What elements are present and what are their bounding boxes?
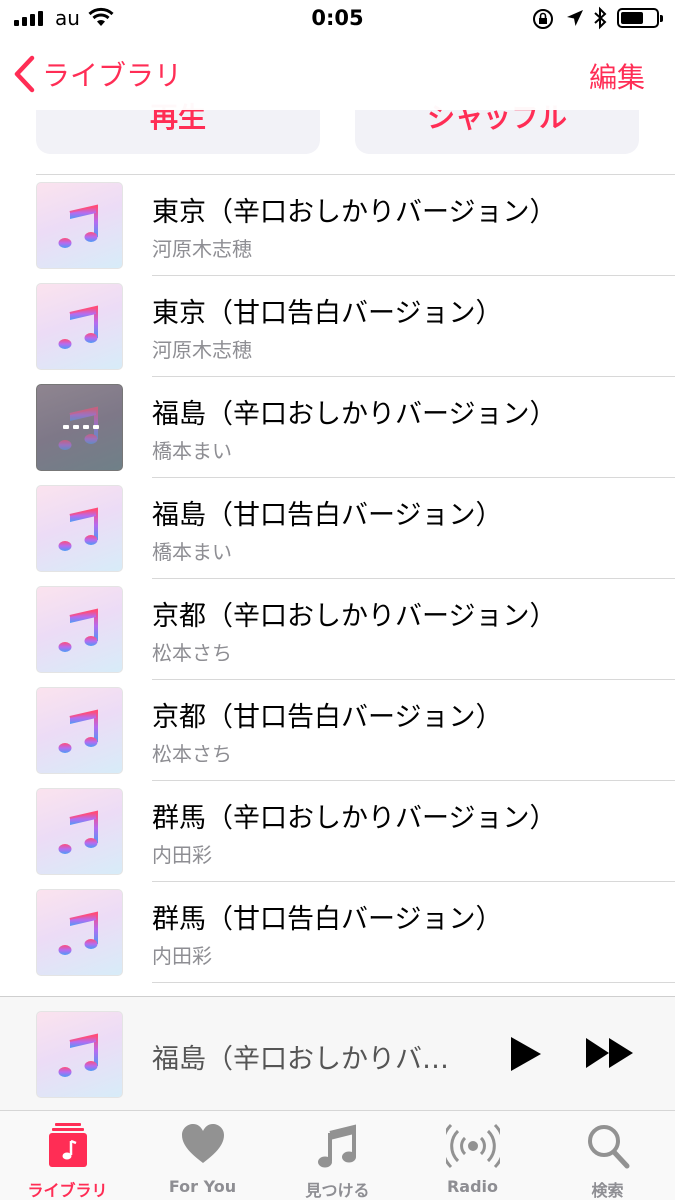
tab-library[interactable]: ライブラリ — [0, 1111, 135, 1200]
album-art — [36, 485, 123, 572]
heart-icon — [181, 1124, 224, 1163]
music-note-icon — [58, 305, 98, 349]
tab-label: ライブラリ — [27, 1181, 108, 1200]
song-title: 東京（辛口おしかりバージョン） — [152, 197, 557, 228]
music-note-icon — [58, 507, 98, 551]
album-art — [36, 889, 123, 976]
music-note-icon — [58, 608, 98, 652]
song-artist: 橋本まい — [152, 540, 232, 564]
rotation-lock-icon — [533, 9, 553, 29]
song-title: 京都（辛口おしかりバージョン） — [152, 601, 557, 632]
music-note-icon — [58, 709, 98, 753]
song-row[interactable]: 東京（辛口おしかりバージョン） 河原木志穂 — [0, 175, 675, 276]
library-icon — [48, 1123, 87, 1167]
tab-search[interactable]: 検索 — [540, 1111, 675, 1200]
search-icon — [587, 1125, 629, 1169]
radio-icon — [445, 1123, 500, 1169]
status-bar: au 0:05 — [0, 0, 675, 38]
song-title: 群馬（辛口おしかりバージョン） — [152, 803, 557, 834]
song-artist: 内田彩 — [152, 843, 212, 867]
song-artist: 松本さち — [152, 742, 232, 766]
tab-browse[interactable]: 見つける — [270, 1111, 405, 1200]
song-row[interactable]: 群馬（辛口おしかりバージョン） 内田彩 — [0, 781, 675, 882]
location-arrow-icon — [567, 10, 583, 26]
album-art — [36, 586, 123, 673]
now-playing-indicator-icon — [63, 425, 99, 429]
song-artist: 松本さち — [152, 641, 232, 665]
mini-player-title: 福島（辛口おしかりバ… — [152, 1044, 449, 1075]
music-note-icon — [58, 1033, 98, 1077]
song-row[interactable]: 京都（甘口告白バージョン） 松本さち — [0, 680, 675, 781]
song-title: 群馬（甘口告白バージョン） — [152, 904, 503, 935]
back-button[interactable]: ライブラリ — [12, 54, 182, 94]
music-note-icon — [317, 1124, 356, 1168]
song-row-now-playing[interactable]: 福島（辛口おしかりバージョン） 橋本まい — [0, 377, 675, 478]
song-row[interactable]: 京都（辛口おしかりバージョン） 松本さち — [0, 579, 675, 680]
song-title: 福島（辛口おしかりバージョン） — [152, 399, 557, 430]
album-art — [36, 283, 123, 370]
song-artist: 内田彩 — [152, 944, 212, 968]
song-row[interactable]: 福島（甘口告白バージョン） 橋本まい — [0, 478, 675, 579]
edit-button[interactable]: 編集 — [589, 56, 645, 96]
tab-label: 見つける — [305, 1181, 370, 1200]
album-art — [36, 1011, 123, 1098]
mini-player[interactable]: 福島（辛口おしかりバ… — [0, 996, 675, 1111]
tab-label: 検索 — [591, 1181, 624, 1200]
navigation-bar: ライブラリ 編集 — [0, 38, 675, 110]
music-note-icon — [58, 911, 98, 955]
song-title: 東京（甘口告白バージョン） — [152, 298, 503, 329]
tab-radio[interactable]: Radio — [405, 1111, 540, 1200]
album-art — [36, 788, 123, 875]
album-art — [36, 687, 123, 774]
tab-bar: ライブラリ For You 見つける Radio 検索 — [0, 1111, 675, 1200]
tab-label: For You — [168, 1177, 237, 1196]
song-artist: 河原木志穂 — [152, 237, 252, 261]
song-list: 東京（辛口おしかりバージョン） 河原木志穂 東京（甘口告白バージョン） 河原木志… — [0, 175, 675, 983]
bluetooth-icon — [594, 6, 607, 30]
divider — [152, 982, 675, 983]
song-artist: 橋本まい — [152, 439, 232, 463]
fast-forward-icon[interactable] — [585, 1037, 635, 1069]
song-title: 福島（甘口告白バージョン） — [152, 500, 503, 531]
battery-icon — [617, 8, 663, 28]
tab-for-you[interactable]: For You — [135, 1111, 270, 1200]
play-icon[interactable] — [507, 1035, 543, 1073]
tab-label: Radio — [446, 1177, 499, 1196]
song-row[interactable]: 群馬（甘口告白バージョン） 内田彩 — [0, 882, 675, 983]
song-title: 京都（甘口告白バージョン） — [152, 702, 503, 733]
chevron-left-icon — [14, 55, 35, 93]
album-art — [36, 182, 123, 269]
music-note-icon — [58, 204, 98, 248]
album-art — [36, 384, 123, 471]
back-label: ライブラリ — [42, 59, 183, 92]
song-artist: 河原木志穂 — [152, 338, 252, 362]
song-row[interactable]: 東京（甘口告白バージョン） 河原木志穂 — [0, 276, 675, 377]
music-note-icon — [58, 810, 98, 854]
